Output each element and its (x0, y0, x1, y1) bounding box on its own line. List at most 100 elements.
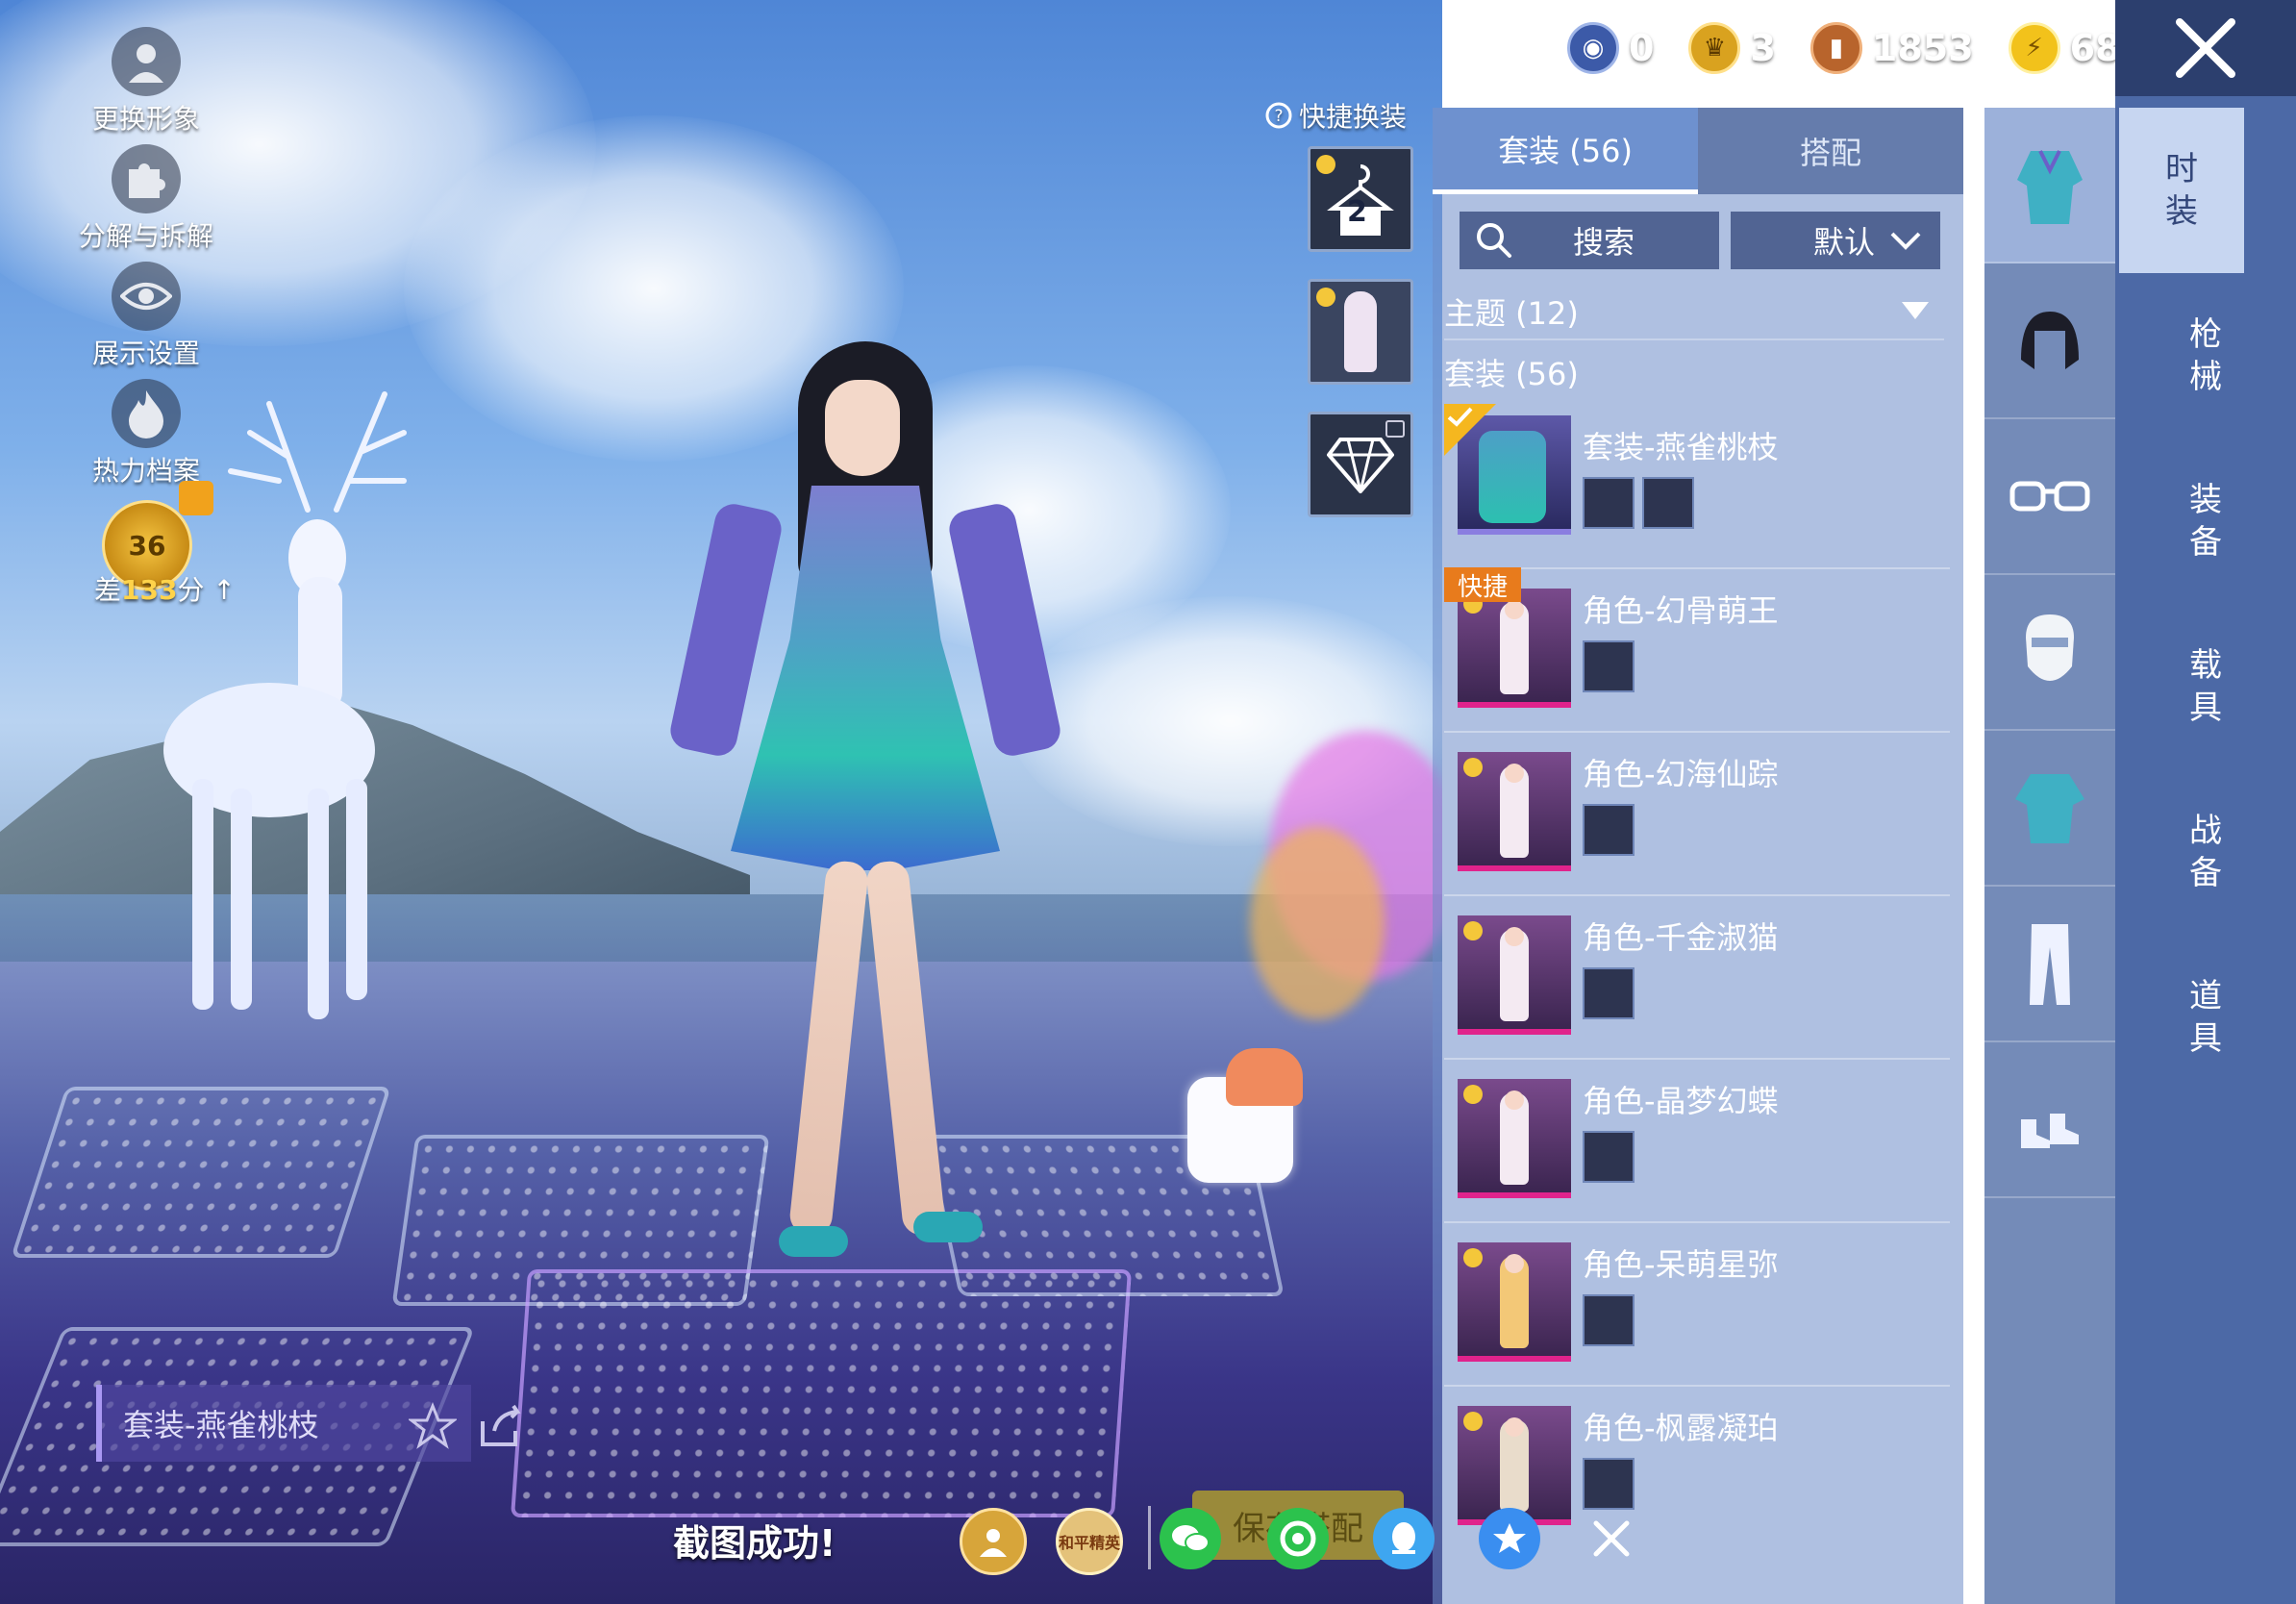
currency-value: 3 (1750, 27, 1776, 69)
rank-progress-label: 差133分 ↑ (94, 574, 236, 606)
display-settings-label: 展示设置 (91, 338, 200, 369)
currency-value: 0 (1629, 27, 1655, 69)
share-icon[interactable] (477, 1402, 527, 1450)
search-input[interactable]: 搜索 (1460, 212, 1719, 269)
puzzle-icon (112, 144, 181, 213)
crown-coin-icon: ♛ (1688, 22, 1741, 74)
quick-swap-character-slot[interactable] (1308, 279, 1413, 385)
nav-vehicles[interactable]: 载具 (2115, 604, 2296, 769)
player-character[interactable] (666, 341, 1064, 1265)
share-friend-icon[interactable] (960, 1508, 1027, 1575)
wechat-icon[interactable] (1160, 1508, 1221, 1569)
list-item[interactable]: 角色-幻海仙踪 (1444, 731, 1950, 896)
nav-combat-gear[interactable]: 战备 (2115, 769, 2296, 935)
gift-icon[interactable] (179, 481, 213, 515)
item-thumbnail (1458, 1242, 1571, 1362)
category-face[interactable] (1984, 575, 2115, 731)
nav-fashion[interactable]: 时装 (2119, 108, 2244, 273)
eye-icon (112, 262, 181, 331)
qq-icon[interactable] (1373, 1508, 1435, 1569)
shoes-mini-icon (1583, 477, 1635, 529)
qzone-icon[interactable] (1479, 1508, 1540, 1569)
game-logo-icon[interactable]: 和平精英 (1056, 1508, 1123, 1575)
quick-swap-wardrobe-slot[interactable]: 2 (1308, 146, 1413, 252)
cube-pet (1187, 1048, 1303, 1183)
heat-archive-button[interactable]: 热力档案 (69, 379, 223, 489)
character-thumbnail (1344, 291, 1377, 372)
list-item[interactable]: 角色-呆萌星弥 (1444, 1221, 1950, 1387)
category-suit[interactable] (1984, 108, 2115, 263)
currency-bar: ◉ 0 ♛ 3 ▮ 1853 ⚡ 68899 (1567, 19, 2197, 77)
sort-dropdown[interactable]: 默认 (1731, 212, 1940, 269)
tab-suits[interactable]: 套装 (56) (1433, 108, 1698, 194)
close-icon (2176, 18, 2235, 78)
shoes-icon (2021, 1114, 2079, 1148)
star-icon[interactable] (409, 1402, 457, 1450)
pants-icon (2030, 924, 2070, 1005)
moments-icon[interactable] (1267, 1508, 1329, 1569)
close-button[interactable] (2115, 0, 2296, 96)
quick-swap-locked-slot[interactable] (1308, 412, 1413, 517)
change-avatar-label: 更换形象 (91, 103, 200, 135)
sort-selected-value: 默认 (1812, 224, 1875, 261)
category-hair[interactable] (1984, 263, 2115, 419)
nav-firearms[interactable]: 枪械 (2115, 273, 2296, 439)
item-name: 角色-呆萌星弥 (1583, 1246, 1779, 1283)
quick-badge: 快捷 (1444, 567, 1521, 602)
item-name: 套装-燕雀桃枝 (1583, 429, 1779, 465)
list-item[interactable]: 套装-燕雀桃枝 (1444, 404, 1950, 569)
category-pants[interactable] (1984, 887, 2115, 1042)
list-item[interactable]: 角色-晶梦幻蝶 (1444, 1058, 1950, 1223)
orange-smoke (1250, 827, 1385, 1019)
currency-value: 1853 (1871, 27, 1974, 69)
quick-swap-title[interactable]: ? 快捷换装 (1264, 96, 1407, 135)
character-mini-icon (1583, 1458, 1635, 1510)
item-name: 角色-枫露凝珀 (1583, 1410, 1779, 1446)
close-share-icon[interactable] (1581, 1508, 1642, 1569)
item-name: 角色-幻海仙踪 (1583, 756, 1779, 792)
wardrobe-slot-number: 2 (1347, 195, 1367, 229)
floor-tile (11, 1087, 391, 1258)
currency-crown[interactable]: ♛ 3 (1688, 22, 1776, 74)
decompose-label: 分解与拆解 (78, 220, 213, 252)
change-avatar-button[interactable]: 更换形象 (69, 27, 223, 137)
face-icon (2026, 614, 2074, 681)
theme-filter[interactable]: 主题 (12) (1444, 285, 1944, 340)
hair-icon (2021, 312, 2079, 369)
divider (1148, 1506, 1151, 1569)
item-name: 角色-晶梦幻蝶 (1583, 1083, 1779, 1119)
tab-outfits[interactable]: 搭配 (1698, 108, 1963, 194)
item-thumbnail (1458, 589, 1571, 708)
category-top[interactable] (1984, 731, 2115, 887)
character-mini-icon (1583, 1294, 1635, 1346)
currency-bronze[interactable]: ▮ 1853 (1809, 22, 1974, 74)
item-thumbnail (1458, 1079, 1571, 1198)
glasses-icon (2009, 481, 2090, 512)
bronze-coin-icon: ▮ (1809, 22, 1862, 74)
list-item[interactable]: 角色-千金淑猫 (1444, 894, 1950, 1060)
character-mini-icon (1583, 804, 1635, 856)
lightning-coin-icon: ⚡ (2008, 22, 2060, 74)
outfit-mini-icon (1642, 477, 1694, 529)
character-mini-icon (1583, 967, 1635, 1019)
item-thumbnail (1458, 1406, 1571, 1525)
screenshot-success-text: 截图成功! (673, 1522, 836, 1565)
diamond-icon (1327, 438, 1394, 493)
item-thumbnail (1458, 415, 1571, 535)
search-placeholder: 搜索 (1573, 224, 1635, 261)
nav-equipment[interactable]: 装备 (2115, 439, 2296, 604)
nav-items[interactable]: 道具 (2115, 935, 2296, 1100)
rank-level: 36 (128, 529, 166, 562)
wardrobe-tabs: 套装 (56) 搭配 (1433, 108, 1963, 194)
category-shoes[interactable] (1984, 1042, 2115, 1198)
suit-icon (2017, 150, 2083, 224)
category-glasses[interactable] (1984, 419, 2115, 575)
rank-points: 133 (121, 574, 178, 606)
lock-icon (1385, 420, 1405, 438)
item-thumbnail (1458, 752, 1571, 871)
currency-badge[interactable]: ◉ 0 (1567, 22, 1654, 74)
decompose-button[interactable]: 分解与拆解 (69, 144, 223, 254)
display-settings-button[interactable]: 展示设置 (69, 262, 223, 371)
avatar-icon (112, 27, 181, 96)
list-item[interactable]: 快捷 角色-幻骨萌王 (1444, 567, 1950, 733)
